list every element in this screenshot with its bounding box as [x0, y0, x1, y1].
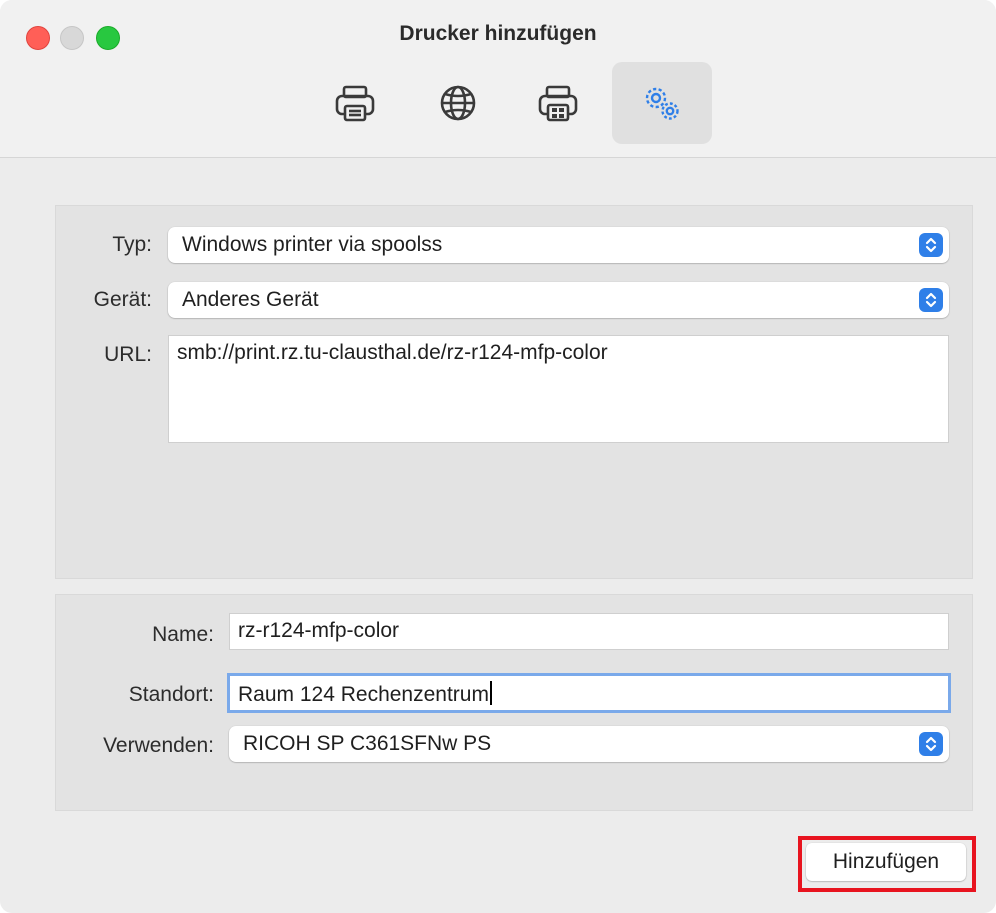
name-value: rz-r124-mfp-color [238, 619, 400, 642]
typ-value: Windows printer via spoolss [182, 233, 443, 256]
title-toolbar: Drucker hinzufügen [0, 0, 996, 158]
popup-chevron-icon [919, 233, 943, 257]
popup-chevron-icon [919, 732, 943, 756]
name-label: Name: [152, 623, 214, 646]
window-title: Drucker hinzufügen [399, 22, 597, 45]
toolbar-default-printers[interactable] [305, 62, 405, 144]
globe-icon [440, 85, 476, 121]
url-value: smb://print.rz.tu-clausthal.de/rz-r124-m… [177, 341, 608, 364]
toolbar-windows-printers[interactable] [508, 62, 608, 144]
standort-value: Raum 124 Rechenzentrum [238, 681, 492, 707]
standort-field[interactable]: Raum 124 Rechenzentrum [227, 673, 951, 713]
printer-icon [335, 85, 375, 122]
url-field[interactable]: smb://print.rz.tu-clausthal.de/rz-r124-m… [168, 335, 949, 443]
toolbar-ip-printers[interactable] [408, 62, 508, 144]
typ-popup[interactable]: Windows printer via spoolss [168, 227, 949, 263]
highlight-box [798, 836, 976, 892]
geraet-popup[interactable]: Anderes Gerät [168, 282, 949, 318]
popup-chevron-icon [919, 288, 943, 312]
toolbar-advanced[interactable] [612, 62, 712, 144]
geraet-label: Gerät: [93, 288, 152, 311]
url-label: URL: [104, 343, 152, 366]
standort-label: Standort: [128, 683, 214, 706]
geraet-value: Anderes Gerät [182, 288, 319, 311]
windows-printer-icon [538, 85, 578, 122]
name-field[interactable]: rz-r124-mfp-color [229, 613, 949, 650]
verwenden-label: Verwenden: [103, 734, 214, 757]
add-printer-window: Drucker hinzufügen Typ: Windows printer … [0, 0, 996, 913]
gears-icon [645, 87, 679, 120]
typ-label: Typ: [112, 233, 152, 256]
verwenden-value: RICOH SP C361SFNw PS [243, 732, 492, 755]
verwenden-popup[interactable]: RICOH SP C361SFNw PS [229, 726, 949, 762]
